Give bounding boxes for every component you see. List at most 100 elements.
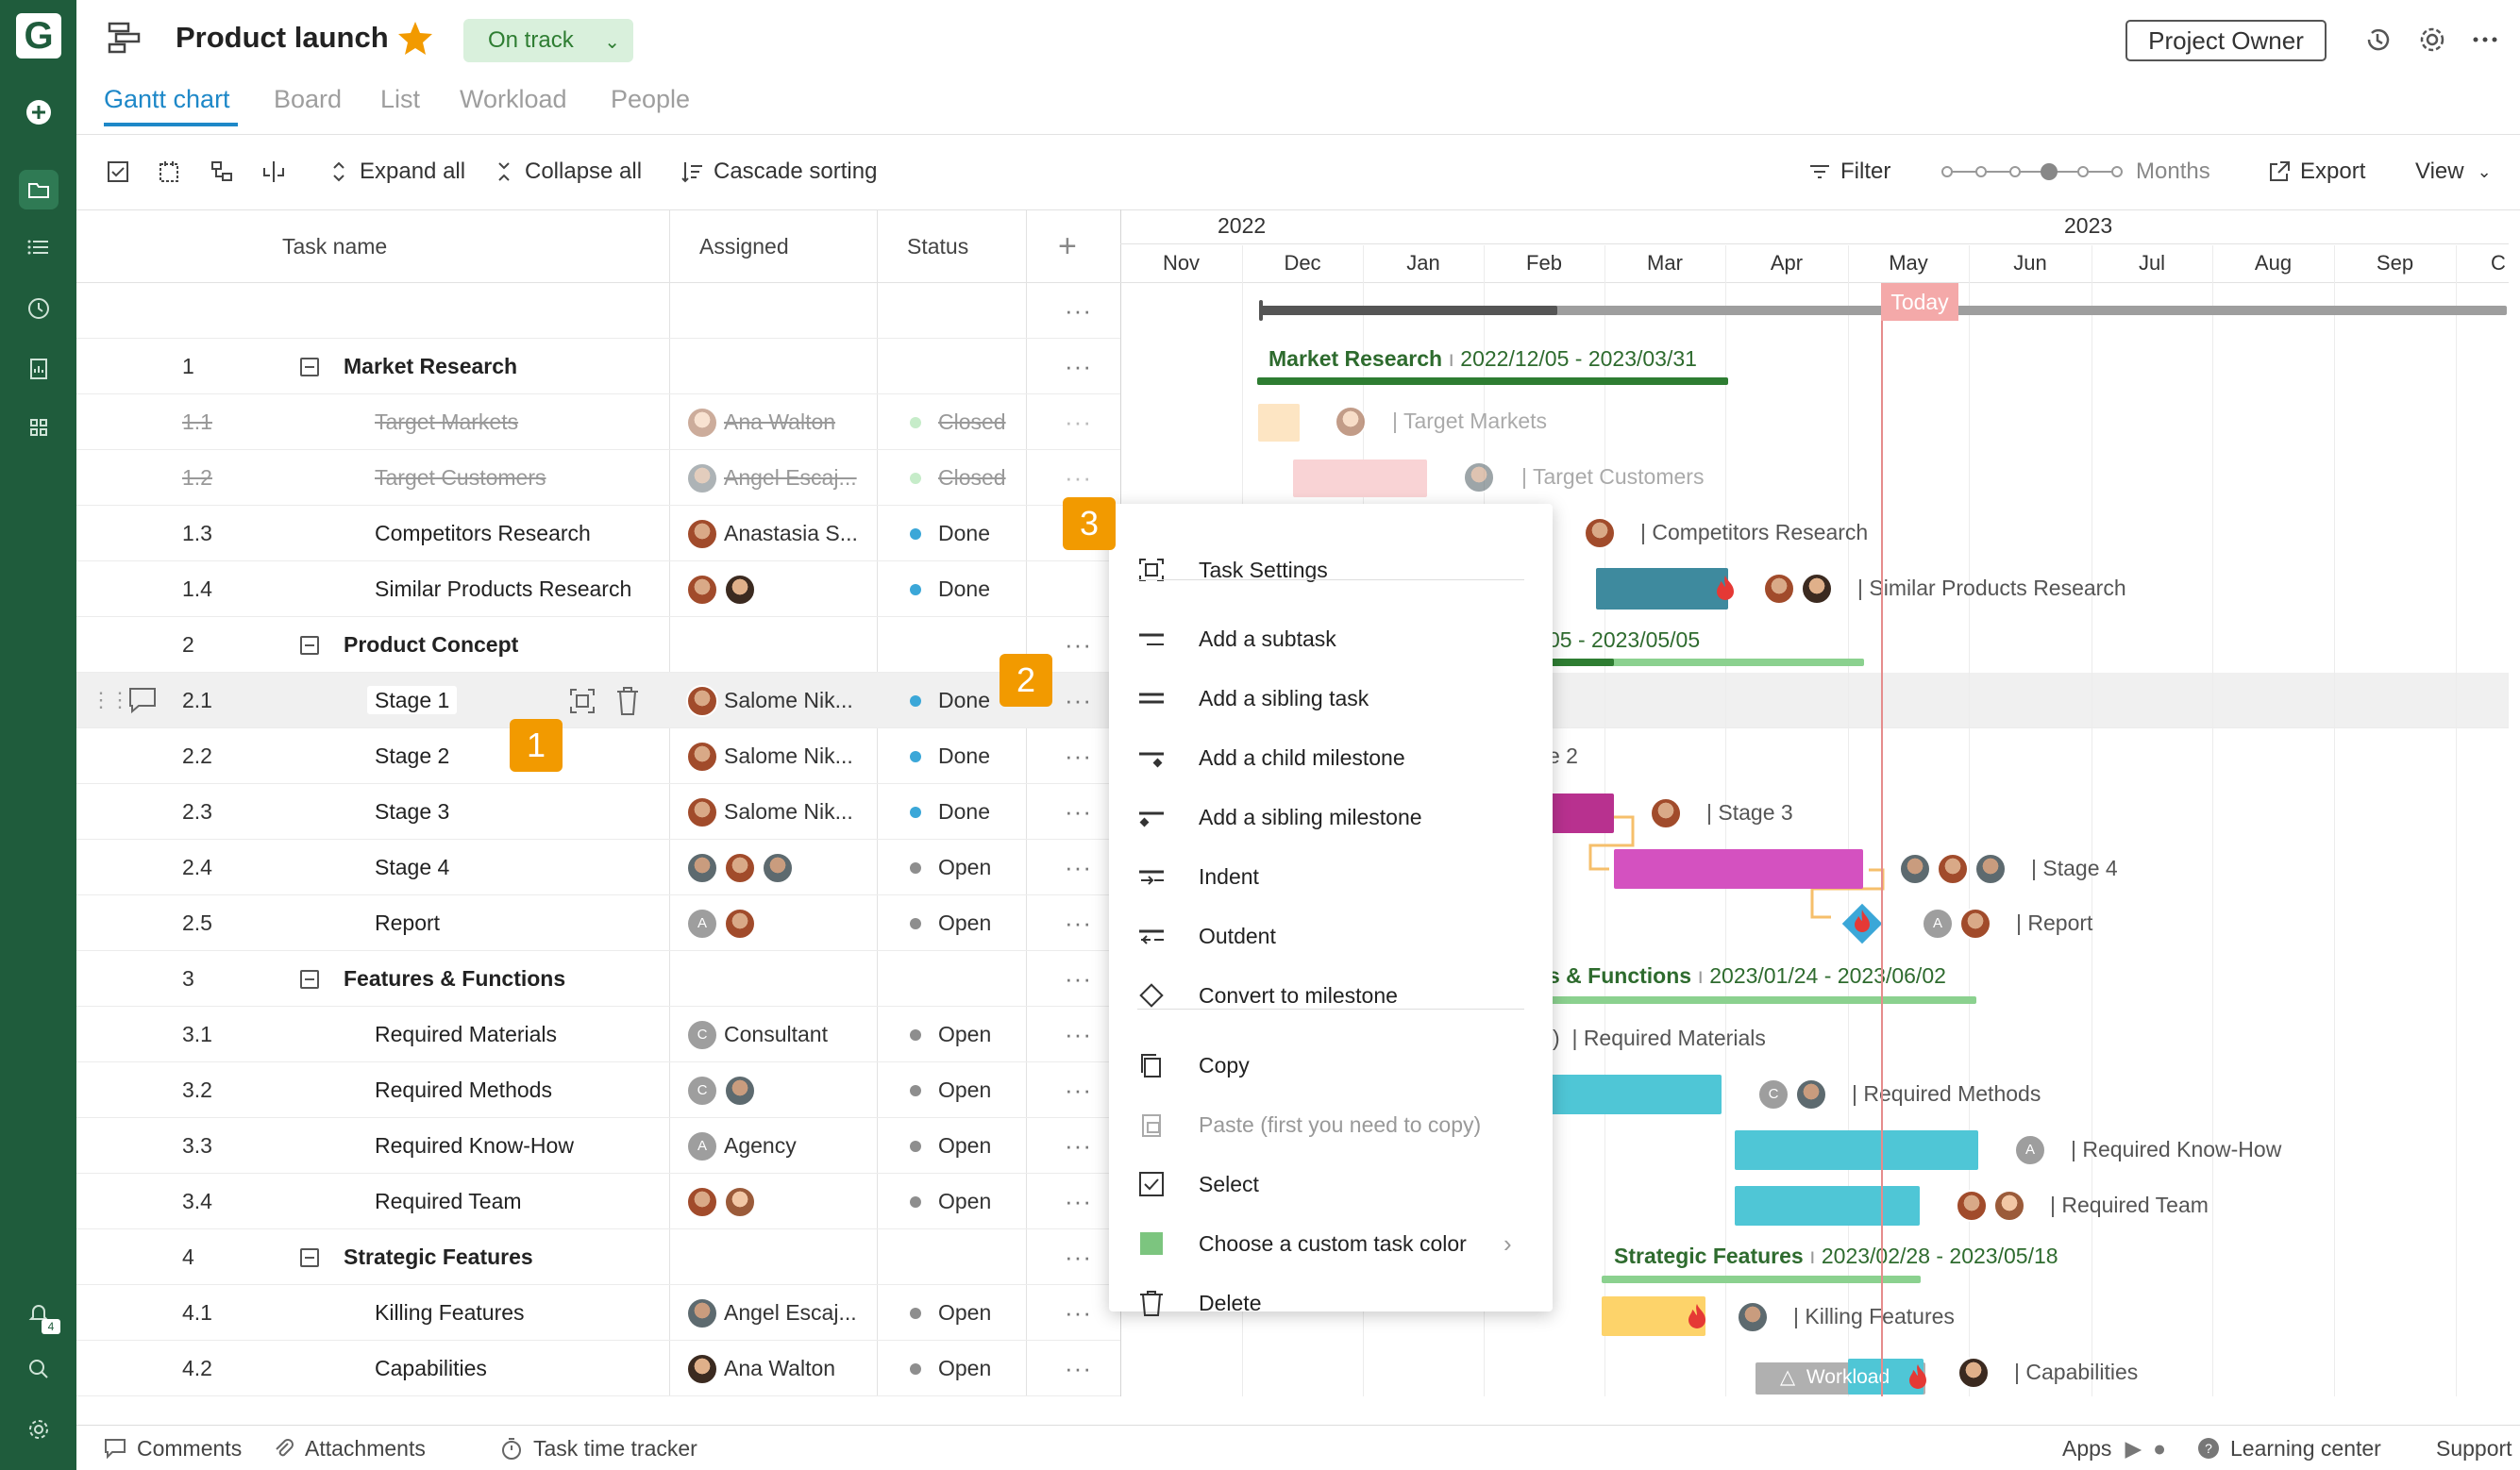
list-icon[interactable] — [19, 227, 59, 267]
delete-trash-icon[interactable] — [614, 686, 641, 716]
drag-handle-icon[interactable]: ⋮⋮ — [91, 688, 130, 712]
menu-item-copy[interactable]: Copy — [1109, 1037, 1553, 1094]
status[interactable]: Done — [910, 561, 990, 617]
row-more-icon[interactable]: ··· — [1065, 1118, 1092, 1174]
status[interactable]: Open — [910, 1062, 991, 1118]
apps-button[interactable]: Apps ▶ ● — [2062, 1426, 2166, 1470]
table-row[interactable]: 4 Strategic Features ··· — [76, 1229, 1120, 1285]
add-column-icon[interactable]: + — [1058, 209, 1077, 283]
task-name[interactable]: Capabilities — [375, 1341, 487, 1396]
status[interactable]: Open — [910, 1174, 991, 1229]
tab-gantt-chart[interactable]: Gantt chart — [104, 85, 230, 114]
task-name[interactable]: Required Team — [375, 1174, 522, 1229]
menu-item-indent[interactable]: Indent — [1109, 848, 1553, 905]
table-row[interactable]: 3.1 Required Materials C Consultant Open … — [76, 1007, 1120, 1062]
status[interactable]: Done — [910, 728, 990, 784]
row-more-icon[interactable]: ··· — [1065, 840, 1092, 895]
task-settings-icon[interactable] — [568, 687, 596, 715]
menu-item-task-settings[interactable]: Task Settings — [1109, 542, 1553, 598]
status[interactable]: Closed — [910, 450, 1006, 506]
col-status[interactable]: Status — [907, 209, 968, 283]
tab-workload[interactable]: Workload — [460, 85, 567, 114]
task-name[interactable]: Product Concept — [344, 617, 518, 673]
row-more-icon[interactable]: ··· — [1065, 1174, 1092, 1229]
status[interactable]: Open — [910, 1007, 991, 1062]
table-row[interactable]: 4.2 Capabilities Ana Walton Open ··· — [76, 1341, 1120, 1396]
task-name[interactable]: Stage 1 — [367, 686, 458, 714]
table-row[interactable]: 1.4 Similar Products Research Done — [76, 561, 1120, 617]
assignee[interactable]: C — [686, 1062, 762, 1118]
menu-item-add-child-milestone[interactable]: Add a child milestone — [1109, 729, 1553, 786]
assignee[interactable]: A — [686, 895, 762, 951]
table-row[interactable]: 3.2 Required Methods C Open ··· — [76, 1062, 1120, 1118]
menu-item-custom-color[interactable]: Choose a custom task color › — [1109, 1215, 1553, 1272]
apps-grid-icon[interactable] — [19, 408, 59, 447]
add-task-calendar-icon[interactable] — [156, 134, 190, 209]
table-row[interactable]: 2.4 Stage 4 Open ··· — [76, 840, 1120, 895]
projects-folder-icon[interactable] — [19, 170, 59, 209]
table-row[interactable]: 2 Product Concept ··· — [76, 617, 1120, 673]
comments-button[interactable]: Comments — [103, 1426, 242, 1470]
time-tracker-button[interactable]: Task time tracker — [499, 1426, 697, 1470]
task-bar[interactable] — [1614, 849, 1863, 889]
learning-center-button[interactable]: ? Learning center — [2196, 1426, 2381, 1470]
assignee[interactable]: Angel Escaj... — [686, 1285, 857, 1341]
task-name[interactable]: Stage 3 — [375, 784, 449, 840]
row-more-icon[interactable]: ··· — [1065, 951, 1092, 1007]
collapse-icon[interactable] — [300, 636, 319, 655]
row-more-icon[interactable]: ··· — [1065, 339, 1092, 394]
tab-people[interactable]: People — [611, 85, 690, 114]
row-more-icon[interactable]: ··· — [1065, 673, 1092, 728]
row-more-icon[interactable]: ··· — [1065, 1229, 1092, 1285]
collapse-icon[interactable] — [300, 358, 319, 376]
task-bar[interactable] — [1258, 404, 1300, 442]
table-row[interactable]: 2.2 Stage 2 Salome Nik... Done ··· — [76, 728, 1120, 784]
task-name[interactable]: Stage 4 — [375, 840, 449, 895]
task-name[interactable]: Target Markets — [375, 394, 518, 450]
row-more-icon[interactable]: ··· — [1065, 617, 1092, 673]
assignee[interactable]: Salome Nik... — [686, 728, 853, 784]
task-bar[interactable] — [1735, 1186, 1920, 1226]
history-icon[interactable] — [2361, 24, 2394, 56]
row-more-icon[interactable]: ··· — [1065, 1285, 1092, 1341]
more-options-icon[interactable] — [2469, 24, 2501, 56]
assignee[interactable]: Anastasia S... — [686, 506, 858, 561]
task-bar[interactable] — [1293, 459, 1427, 497]
filter-button[interactable]: Filter — [1806, 134, 1890, 209]
table-row[interactable]: 4.1 Killing Features Angel Escaj... Open… — [76, 1285, 1120, 1341]
app-logo[interactable]: G — [16, 13, 61, 58]
task-name[interactable]: Killing Features — [375, 1285, 525, 1341]
table-row[interactable]: 1.1 Target Markets Ana Walton Closed ··· — [76, 394, 1120, 450]
attachments-button[interactable]: Attachments — [271, 1426, 426, 1470]
collapse-icon[interactable] — [300, 1248, 319, 1267]
task-name[interactable]: Similar Products Research — [375, 561, 631, 617]
assignee[interactable]: A Agency — [686, 1118, 797, 1174]
assignee[interactable] — [686, 1174, 762, 1229]
table-row[interactable]: 3.4 Required Team Open ··· — [76, 1174, 1120, 1229]
row-more-icon[interactable]: ··· — [1065, 728, 1092, 784]
comment-icon[interactable] — [127, 686, 158, 714]
menu-item-add-sibling-task[interactable]: Add a sibling task — [1109, 670, 1553, 727]
assignee[interactable]: Ana Walton — [686, 1341, 835, 1396]
menu-item-outdent[interactable]: Outdent — [1109, 908, 1553, 964]
milestone-diamond-icon[interactable] — [1839, 900, 1886, 947]
add-icon[interactable] — [19, 92, 59, 132]
row-more-icon[interactable]: ··· — [1065, 394, 1092, 450]
task-bar[interactable] — [1596, 568, 1728, 610]
assignee[interactable]: Salome Nik... — [686, 784, 853, 840]
col-assigned[interactable]: Assigned — [699, 209, 789, 283]
assignee[interactable]: Ana Walton — [686, 394, 835, 450]
task-name[interactable]: Market Research — [344, 339, 517, 394]
view-dropdown[interactable]: View ⌄ — [2415, 134, 2492, 209]
settings-gear-icon[interactable] — [19, 1410, 59, 1449]
tab-board[interactable]: Board — [274, 85, 342, 114]
task-name[interactable]: Required Know-How — [375, 1118, 574, 1174]
search-icon[interactable] — [19, 1349, 59, 1389]
support-button[interactable]: Support — [2436, 1426, 2512, 1470]
task-name[interactable]: Report — [375, 895, 440, 951]
row-more-icon[interactable]: ··· — [1065, 1341, 1092, 1396]
assignee[interactable]: Angel Escaj... — [686, 450, 857, 506]
project-settings-icon[interactable] — [2416, 24, 2448, 56]
status[interactable]: Open — [910, 1118, 991, 1174]
collapse-all-button[interactable]: Collapse all — [491, 134, 642, 209]
